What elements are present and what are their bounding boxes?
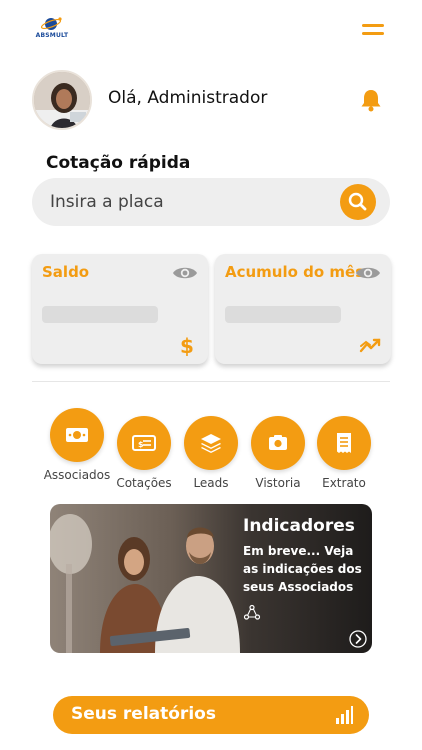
trend-icon: [359, 334, 381, 356]
logo-globe-icon: [40, 17, 62, 30]
camera-icon: [269, 435, 287, 450]
action-vistoria-circle[interactable]: [251, 416, 305, 470]
action-cotacoes[interactable]: $ Cotações: [109, 408, 179, 490]
plate-search-bar: [32, 178, 390, 226]
search-button[interactable]: [340, 184, 376, 220]
action-leads-label: Leads: [193, 476, 229, 490]
chevron-right-icon: [349, 630, 367, 648]
action-cotacoes-circle[interactable]: $: [117, 416, 171, 470]
monthly-accumulated-card[interactable]: Acumulo do mês: [215, 254, 391, 364]
reports-button[interactable]: Seus relatórios: [53, 696, 369, 734]
action-extrato[interactable]: Extrato: [309, 408, 379, 490]
avatar[interactable]: [32, 70, 92, 130]
bar-chart-icon: [335, 706, 353, 724]
dollar-icon: $: [176, 334, 198, 358]
banner-next-button[interactable]: [349, 630, 367, 648]
plate-search-input[interactable]: [50, 189, 330, 215]
quick-quote-title: Cotação rápida: [46, 153, 191, 173]
receipt-icon: [337, 433, 351, 453]
eye-icon: [173, 267, 197, 279]
reports-button-label: Seus relatórios: [71, 704, 216, 724]
action-leads-circle[interactable]: [184, 416, 238, 470]
check-icon: $: [132, 435, 156, 451]
action-associados[interactable]: Associados: [42, 408, 112, 482]
action-extrato-circle[interactable]: [317, 416, 371, 470]
action-leads[interactable]: Leads: [176, 408, 246, 490]
layers-icon: [201, 434, 221, 453]
menu-button[interactable]: [362, 22, 384, 38]
action-extrato-label: Extrato: [322, 476, 366, 490]
share-icon[interactable]: [243, 604, 261, 622]
hamburger-menu-line: [362, 32, 384, 35]
eye-icon: [356, 267, 380, 279]
indicators-banner[interactable]: Indicadores Em breve... Veja as indicaçõ…: [50, 504, 372, 653]
avatar-image: [34, 72, 90, 128]
balance-value-placeholder: [42, 306, 158, 323]
balance-card[interactable]: Saldo $: [32, 254, 208, 364]
logo-text: ABSMULT: [35, 32, 69, 39]
action-vistoria-label: Vistoria: [255, 476, 301, 490]
section-divider: [32, 381, 390, 382]
app-logo: ABSMULT: [34, 16, 70, 42]
banner-text: Em breve... Veja as indicações dos seus …: [243, 544, 362, 594]
svg-text:$: $: [180, 334, 194, 356]
action-vistoria[interactable]: Vistoria: [243, 408, 313, 490]
monthly-accumulated-label: Acumulo do mês: [225, 263, 365, 281]
monthly-value-placeholder: [225, 306, 341, 323]
action-associados-circle[interactable]: [50, 408, 104, 462]
search-icon: [348, 192, 367, 211]
money-icon: [66, 428, 88, 442]
balance-card-label: Saldo: [42, 263, 90, 281]
greeting-text: Olá, Administrador: [108, 88, 268, 108]
bell-icon: [361, 90, 381, 112]
action-associados-label: Associados: [43, 468, 111, 482]
hamburger-menu-icon: [362, 24, 384, 27]
notifications-button[interactable]: [358, 87, 384, 113]
toggle-balance-visibility[interactable]: [172, 264, 198, 282]
action-cotacoes-label: Cotações: [116, 476, 172, 490]
banner-title: Indicadores: [243, 516, 355, 536]
toggle-monthly-visibility[interactable]: [355, 264, 381, 282]
